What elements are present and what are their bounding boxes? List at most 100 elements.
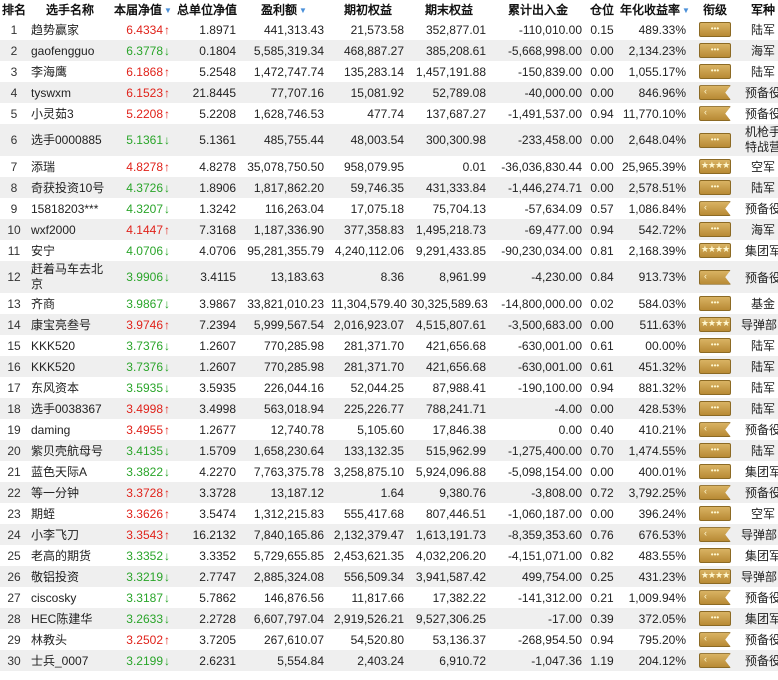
player-name-cell: 老高的期货	[28, 545, 112, 566]
player-name-link[interactable]: KKK520	[31, 360, 75, 374]
nav-value: 3.9906	[126, 270, 163, 284]
rank-badge-icon: ★★★★	[699, 569, 731, 585]
arrow-down-icon: ↓	[164, 338, 170, 353]
player-name-link[interactable]: wxf2000	[31, 223, 76, 237]
nav-value: 6.4334	[126, 22, 163, 37]
player-name-link[interactable]: 小李飞刀	[31, 528, 79, 542]
player-name-link[interactable]: 选手0000885	[31, 133, 102, 147]
profit-cell: 485,755.44	[263, 133, 324, 147]
nav-value: 6.1523	[126, 85, 163, 100]
player-name-link[interactable]: 康宝亮叁号	[31, 318, 91, 332]
rank-title-cell: •••	[692, 608, 738, 629]
player-name-cell: 选手0000885	[28, 124, 112, 156]
army-cell: 基金	[750, 297, 775, 311]
annual-rate-cell: 2,578.51%	[628, 180, 686, 195]
start-equity-cell: 468,887.27	[343, 43, 404, 58]
header-profit[interactable]: 盈利额 ▼	[240, 0, 328, 19]
army-cell: 集团军	[744, 549, 778, 563]
unit-nav-cell: 1.2677	[199, 422, 236, 437]
player-name-link[interactable]: 蓝色天际A	[31, 465, 87, 479]
arrow-down-icon: ↓	[164, 180, 170, 195]
rank-badge-icon: ★★★★	[699, 243, 731, 259]
player-name-link[interactable]: 东风资本	[31, 381, 79, 395]
player-name-link[interactable]: daming	[31, 423, 70, 437]
rank-cell: 11	[7, 243, 21, 258]
unit-nav-cell: 7.2394	[199, 317, 236, 332]
start-equity-cell: 21,573.58	[350, 22, 404, 37]
arrow-up-icon: ↑	[164, 222, 170, 237]
nav-value: 3.3626	[126, 506, 163, 521]
net-flow-cell: -630,001.00	[517, 359, 582, 374]
end-equity-cell: 9,291,433.85	[415, 243, 486, 258]
player-name-link[interactable]: gaofengguo	[31, 44, 94, 58]
nav-cell: 3.3219↓	[112, 566, 174, 587]
start-equity-cell: 59,746.35	[350, 180, 404, 195]
player-name-link[interactable]: 敬铝投资	[31, 570, 79, 584]
start-equity-cell: 8.36	[380, 270, 404, 284]
player-name-link[interactable]: 15818203***	[31, 202, 98, 216]
net-flow-cell: -1,275,400.00	[507, 443, 582, 458]
nav-value: 4.1447	[126, 222, 163, 237]
rank-badge-icon: •••	[699, 180, 731, 196]
player-name-link[interactable]: 等一分钟	[31, 486, 79, 500]
player-name-link[interactable]: 奇获投资10号	[31, 181, 104, 195]
player-name-link[interactable]: 期蛭	[31, 507, 55, 521]
nav-value: 3.5935	[126, 380, 163, 395]
rank-cell: 7	[10, 159, 18, 174]
rank-badge-icon: •••	[699, 548, 731, 564]
start-equity-cell: 556,509.34	[343, 569, 404, 584]
nav-cell: 4.3207↓	[112, 198, 174, 219]
annual-rate-cell: 25,965.39%	[621, 159, 686, 174]
sort-arrow-icon: ▼	[299, 6, 307, 16]
header-annual-rate[interactable]: 年化收益率 ▼	[618, 0, 692, 19]
header-nav[interactable]: 本届净值 ▼	[112, 0, 174, 19]
header-annual-rate-label: 年化收益率	[620, 3, 681, 17]
nav-value: 3.4135	[126, 443, 163, 458]
rank-cell: 1	[10, 22, 18, 37]
player-name-link[interactable]: 趋势赢家	[31, 23, 79, 37]
rank-cell: 26	[7, 569, 21, 584]
arrow-down-icon: ↓	[164, 133, 170, 147]
player-name-link[interactable]: KKK520	[31, 339, 75, 353]
nav-cell: 4.3726↓	[112, 177, 174, 198]
player-name-link[interactable]: 士兵_0007	[31, 654, 88, 668]
player-name-link[interactable]: 李海鹰	[31, 65, 67, 79]
player-name-link[interactable]: 小灵茹3	[31, 107, 74, 121]
rank-badge-icon: ★★★★	[699, 317, 731, 333]
rank-cell: 24	[7, 527, 21, 542]
rank-badge-icon: ‹	[699, 653, 731, 669]
end-equity-cell: 87,988.41	[432, 380, 486, 395]
player-name-link[interactable]: 安宁	[31, 244, 55, 258]
header-position: 仓位	[586, 0, 618, 19]
end-equity-cell: 9,527,306.25	[415, 611, 486, 626]
player-name-link[interactable]: ciscosky	[31, 591, 76, 605]
nav-cell: 3.4998↑	[112, 398, 174, 419]
nav-value: 3.2199	[126, 653, 163, 668]
rank-title-cell: •••	[692, 461, 738, 482]
player-name-link[interactable]: 齐商	[31, 297, 55, 311]
army-cell: 预备役	[744, 654, 778, 668]
unit-nav-cell: 0.1804	[199, 43, 236, 58]
player-name-link[interactable]: 赶着马车去北京	[31, 262, 103, 291]
rank-badge-icon: ‹	[699, 632, 731, 648]
player-name-cell: wxf2000	[28, 219, 112, 240]
nav-value: 3.2502	[126, 632, 163, 647]
player-name-link[interactable]: tyswxm	[31, 86, 71, 100]
position-cell: 0.84	[590, 270, 614, 284]
rank-cell: 17	[7, 380, 21, 395]
table-row: 22 等一分钟 3.3728↑ 3.3728 13,187.12 1.64 9,380.76…	[0, 482, 778, 503]
rank-cell: 19	[7, 422, 21, 437]
unit-nav-cell: 4.2270	[199, 464, 236, 479]
player-name-link[interactable]: 林教头	[31, 633, 67, 647]
player-name-link[interactable]: 紫贝壳航母号	[31, 444, 103, 458]
player-name-link[interactable]: 选手0038367	[31, 402, 102, 416]
position-cell: 0.21	[590, 590, 614, 605]
position-cell: 0.00	[590, 133, 614, 147]
player-name-link[interactable]: 老高的期货	[31, 549, 91, 563]
net-flow-cell: -3,500,683.00	[507, 317, 582, 332]
player-name-link[interactable]: HEC陈建华	[31, 612, 92, 626]
unit-nav-cell: 4.0706	[199, 243, 236, 258]
player-name-link[interactable]: 添瑞	[31, 160, 55, 174]
profit-cell: 33,821,010.23	[247, 296, 324, 311]
rank-badge-icon: •••	[699, 443, 731, 459]
